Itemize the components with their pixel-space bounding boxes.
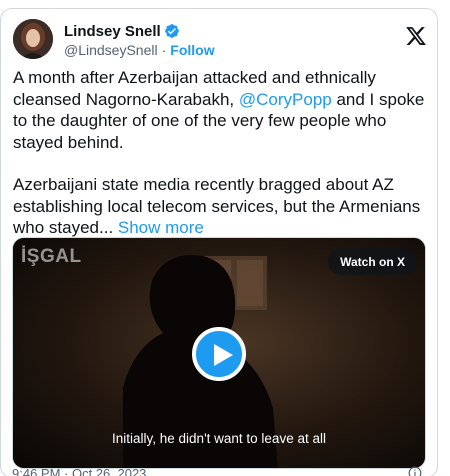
channel-brand-watermark: İŞGAL [21,246,82,267]
follow-button[interactable]: Follow [170,42,214,58]
avatar[interactable] [13,19,53,59]
separator-dot: · [161,42,167,58]
play-icon [214,344,233,366]
show-more-link[interactable]: Show more [118,218,204,237]
tweet-paragraph-1: A month after Azerbaijan attacked and et… [13,67,429,153]
author-block: Lindsey Snell @LindseySnell · Follow [64,22,215,59]
x-logo-icon[interactable] [405,25,427,47]
handle[interactable]: @LindseySnell [64,42,158,58]
watch-on-x-button[interactable]: Watch on X [328,248,417,275]
play-button[interactable] [192,327,246,381]
paragraph-2-text: Azerbaijani state media recently bragged… [13,175,421,237]
tweet-header: Lindsey Snell @LindseySnell · Follow [13,19,427,61]
info-icon[interactable] [408,466,422,476]
tweet-text: A month after Azerbaijan attacked and et… [13,67,429,260]
video-player[interactable]: İŞGAL Watch on X Initially, he didn't wa… [12,237,426,469]
tweet-paragraph-2: Azerbaijani state media recently bragged… [13,174,429,239]
tweet-timestamp[interactable]: 9:46 PM · Oct 26, 2023 [12,466,146,476]
verified-badge-icon [164,23,180,39]
display-name[interactable]: Lindsey Snell [64,23,161,40]
mention-link[interactable]: @CoryPopp [239,90,332,109]
video-caption: Initially, he didn't want to leave at al… [112,431,326,446]
